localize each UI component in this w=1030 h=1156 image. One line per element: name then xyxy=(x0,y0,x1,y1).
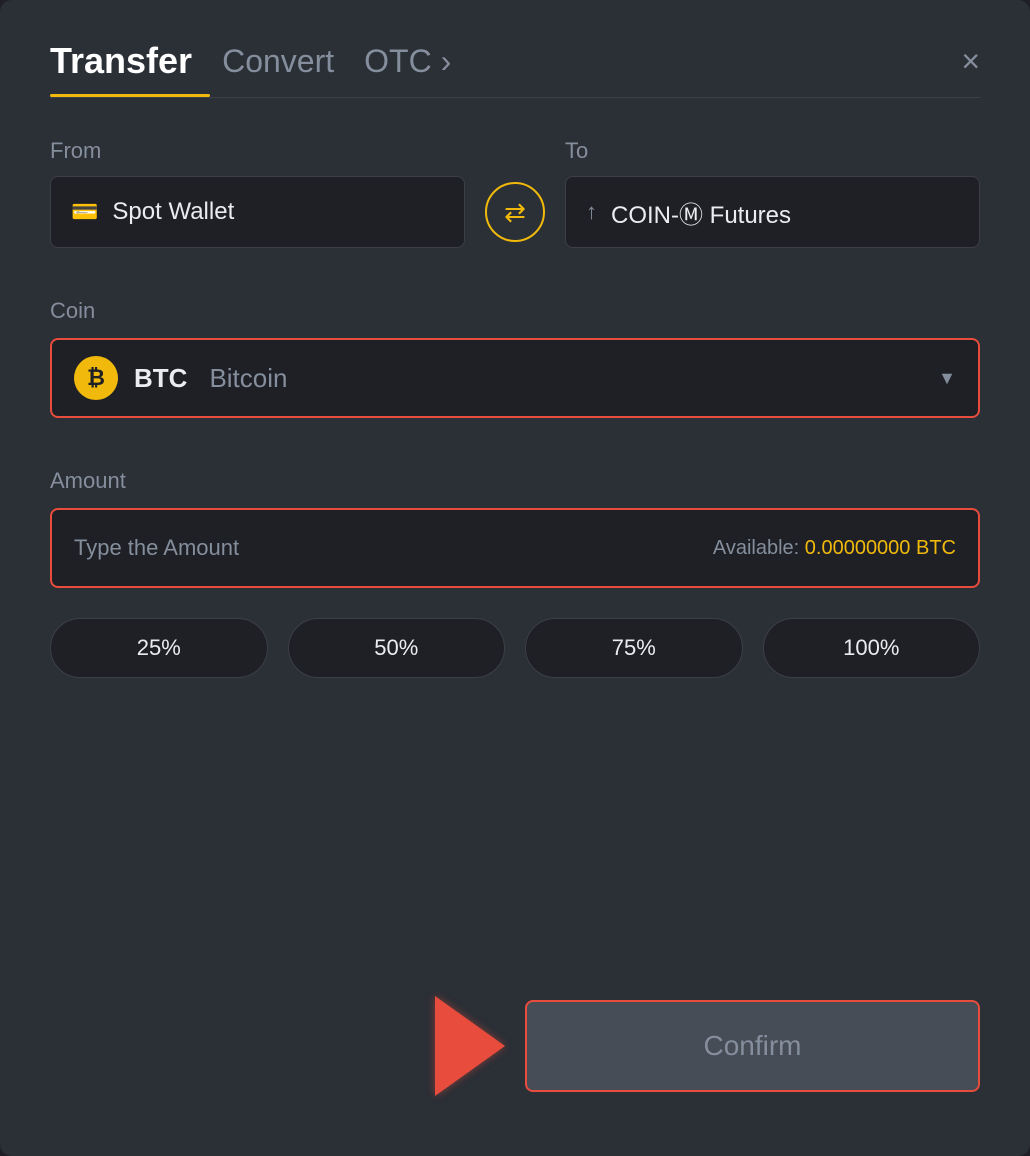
from-wallet-label: Spot Wallet xyxy=(112,198,234,226)
chevron-down-icon: ▼ xyxy=(938,368,956,389)
coin-label: Coin xyxy=(50,298,980,324)
available-value: 0.00000000 BTC xyxy=(805,537,956,559)
coin-full-name: Bitcoin xyxy=(209,363,287,394)
to-wallet-label: COIN-Ⓜ Futures xyxy=(611,195,791,230)
arrow-wrapper xyxy=(50,996,525,1096)
amount-placeholder-text: Type the Amount xyxy=(74,535,239,561)
tab-convert[interactable]: Convert xyxy=(222,43,334,80)
from-to-section: From 💳 Spot Wallet ⇄ To ↑ COIN-Ⓜ Futures xyxy=(50,138,980,248)
header-divider xyxy=(50,97,980,98)
from-box: From 💳 Spot Wallet xyxy=(50,138,465,248)
wallet-card-icon: 💳 xyxy=(71,199,98,225)
swap-arrows-icon: ⇄ xyxy=(504,197,526,228)
from-wallet-select[interactable]: 💳 Spot Wallet xyxy=(50,176,465,248)
to-box: To ↑ COIN-Ⓜ Futures xyxy=(565,138,980,248)
futures-icon: ↑ xyxy=(586,199,597,225)
from-label: From xyxy=(50,138,465,164)
pct-100-button[interactable]: 100% xyxy=(763,618,981,678)
swap-button[interactable]: ⇄ xyxy=(485,182,545,242)
tab-transfer[interactable]: Transfer xyxy=(50,40,192,82)
pct-50-button[interactable]: 50% xyxy=(288,618,506,678)
coin-select-dropdown[interactable]: ₿ BTC Bitcoin ▼ xyxy=(50,338,980,418)
btc-symbol-char: ₿ xyxy=(87,365,105,391)
btc-icon: ₿ xyxy=(74,356,118,400)
available-label: Available: xyxy=(713,537,799,559)
pct-75-button[interactable]: 75% xyxy=(525,618,743,678)
bottom-section: Confirm xyxy=(50,996,980,1096)
available-text: Available: 0.00000000 BTC xyxy=(713,537,956,560)
coin-section: Coin ₿ BTC Bitcoin ▼ xyxy=(50,298,980,468)
transfer-modal: Transfer Convert OTC › × From 💳 Spot Wal… xyxy=(0,0,1030,1156)
amount-input-box[interactable]: Type the Amount Available: 0.00000000 BT… xyxy=(50,508,980,588)
close-button[interactable]: × xyxy=(961,45,980,77)
tab-otc[interactable]: OTC › xyxy=(364,43,451,80)
amount-label: Amount xyxy=(50,468,980,494)
percentage-buttons: 25% 50% 75% 100% xyxy=(50,618,980,678)
modal-header: Transfer Convert OTC › × xyxy=(50,40,980,82)
to-label: To xyxy=(565,138,980,164)
amount-section: Amount Type the Amount Available: 0.0000… xyxy=(50,468,980,618)
confirm-btn-wrapper: Confirm xyxy=(525,1000,980,1092)
pct-25-button[interactable]: 25% xyxy=(50,618,268,678)
to-wallet-select[interactable]: ↑ COIN-Ⓜ Futures xyxy=(565,176,980,248)
coin-symbol: BTC xyxy=(134,363,187,394)
confirm-button[interactable]: Confirm xyxy=(525,1000,980,1092)
arrow-right-icon xyxy=(435,996,505,1096)
